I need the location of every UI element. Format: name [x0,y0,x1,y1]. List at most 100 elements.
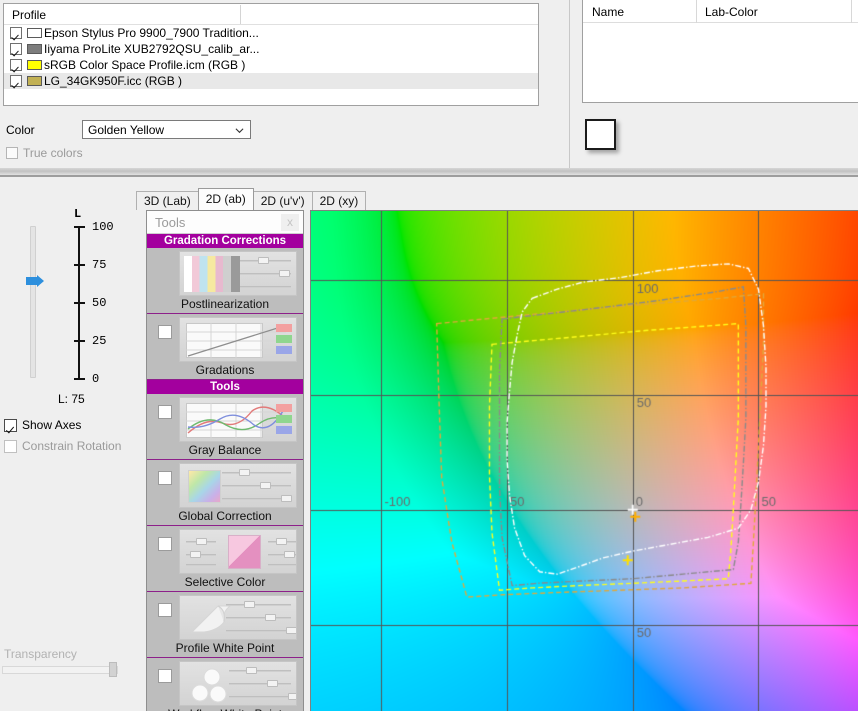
constrain-rotation-label: Constrain Rotation [22,439,122,453]
column-separator-1 [696,0,697,23]
tool-thumbnail[interactable] [179,529,297,574]
profile-color-swatch [27,44,42,54]
lightness-tick [74,264,85,266]
gamut-chart[interactable] [310,210,858,711]
tool-item[interactable]: Selective Color [147,529,303,592]
profile-label: Iiyama ProLite XUB2792QSU_calib_ar... [44,42,260,56]
true-colors-checkbox[interactable] [6,147,18,159]
profile-enable-checkbox[interactable] [10,27,22,39]
lightness-tick [74,340,85,342]
profile-row[interactable]: LG_34GK950F.icc (RGB ) [4,73,538,89]
tool-item[interactable]: Postlinearization [147,251,303,314]
profile-label: sRGB Color Space Profile.icm (RGB ) [44,58,246,72]
tool-enable-checkbox[interactable] [158,471,172,485]
tab-2d-xy[interactable]: 2D (xy) [311,191,367,210]
named-color-grid[interactable]: Name Lab-Color [582,0,858,103]
tools-group-header: Gradation Corrections [147,234,303,248]
tool-caption: Profile White Point [175,641,275,655]
profile-list-header: Profile [4,4,538,25]
profile-label: Epson Stylus Pro 9900_7900 Tradition... [44,26,259,40]
chevron-down-icon [235,128,244,134]
tools-palette-body: Gradation Corrections Postlinearization G… [147,234,303,711]
profile-enable-checkbox[interactable] [10,43,22,55]
lightness-tick [74,226,85,228]
tool-thumbnail[interactable] [179,595,297,640]
profile-color-swatch [27,76,42,86]
tool-enable-checkbox[interactable] [158,405,172,419]
tool-thumbnail[interactable] [179,317,297,362]
gamut-canvas[interactable] [311,211,858,711]
color-dropdown-value: Golden Yellow [88,123,165,137]
tools-palette-titlebar: Tools x [147,211,303,234]
tools-group-header: Tools [147,380,303,394]
true-colors-option[interactable]: True colors [6,146,83,160]
tool-thumbnail[interactable] [179,251,297,296]
column-separator-2 [851,0,852,23]
color-label: Color [6,123,35,137]
tool-caption: Workflow White Point [147,706,303,711]
tools-palette[interactable]: Tools x Gradation Corrections Postlineari… [146,210,304,711]
close-icon[interactable]: x [281,214,299,231]
true-colors-label: True colors [23,146,83,160]
transparency-slider-track[interactable] [2,666,118,674]
column-header-name: Name [592,5,625,19]
tool-caption: Gradations [195,363,255,377]
tool-item[interactable]: Global Correction [147,463,303,526]
lightness-tick [74,378,85,380]
constrain-rotation-option[interactable]: Constrain Rotation [4,439,121,453]
profile-list-panel[interactable]: Profile Epson Stylus Pro 9900_7900 Tradi… [3,3,539,106]
profile-color-swatch [27,60,42,70]
lower-section: 3D (Lab) 2D (ab) 2D (u'v') 2D (xy) L 100 75 5… [0,177,858,711]
lightness-tick-label: 100 [92,220,114,234]
tab-2d-ab[interactable]: 2D (ab) [197,188,254,210]
color-dropdown[interactable]: Golden Yellow [82,120,251,139]
header-separator [240,5,241,24]
view-mode-tabs[interactable]: 3D (Lab) 2D (ab) 2D (u'v') 2D (xy) [136,188,367,210]
tool-caption: Postlinearization [180,297,270,311]
profile-column-header: Profile [12,8,47,22]
application-window: Profile Epson Stylus Pro 9900_7900 Tradi… [0,0,858,711]
color-preview-swatch[interactable] [585,119,616,150]
lightness-tick-label: 75 [92,258,107,272]
show-axes-option[interactable]: Show Axes [4,418,81,432]
tool-thumbnail[interactable] [179,661,297,706]
tool-item[interactable]: Workflow White Point [147,661,303,711]
tab-2d-u-v[interactable]: 2D (u'v') [252,191,313,210]
lightness-tick-label: 25 [92,334,107,348]
show-axes-checkbox[interactable] [4,418,17,432]
lightness-axis-title: L [74,207,82,221]
tool-enable-checkbox[interactable] [158,603,172,617]
tool-item[interactable]: Profile White Point [147,595,303,658]
lightness-tick-label: 50 [92,296,107,310]
profile-rows: Epson Stylus Pro 9900_7900 Tradition... I… [4,25,538,89]
profile-enable-checkbox[interactable] [10,59,22,71]
tool-enable-checkbox[interactable] [158,669,172,683]
tool-caption: Selective Color [184,575,266,589]
tool-caption: Gray Balance [188,443,262,457]
top-section: Profile Epson Stylus Pro 9900_7900 Tradi… [0,0,858,177]
lightness-slider-panel: L 100 75 50 25 0 L: 75 [0,207,133,497]
column-header-lab-color: Lab-Color [705,5,758,19]
constrain-rotation-checkbox[interactable] [4,439,17,453]
profile-row[interactable]: Epson Stylus Pro 9900_7900 Tradition... [4,25,538,41]
profile-color-swatch [27,28,42,38]
lightness-slider-track[interactable] [30,226,36,378]
lightness-value-label: L: 75 [58,392,85,406]
lightness-tick-label: 0 [92,372,100,386]
profile-enable-checkbox[interactable] [10,75,22,87]
transparency-slider-thumb[interactable] [109,662,117,677]
named-color-panel: Name Lab-Color [569,0,858,175]
tool-thumbnail[interactable] [179,397,297,442]
tool-thumbnail[interactable] [179,463,297,508]
profile-row[interactable]: sRGB Color Space Profile.icm (RGB ) [4,57,538,73]
tool-enable-checkbox[interactable] [158,325,172,339]
profile-row[interactable]: Iiyama ProLite XUB2792QSU_calib_ar... [4,41,538,57]
profile-label: LG_34GK950F.icc (RGB ) [44,74,183,88]
tool-item[interactable]: Gray Balance [147,397,303,460]
tool-item[interactable]: Gradations [147,317,303,380]
tool-caption: Global Correction [178,509,272,523]
show-axes-label: Show Axes [22,418,82,432]
transparency-label: Transparency [4,647,77,661]
tool-enable-checkbox[interactable] [158,537,172,551]
tab-3d-lab[interactable]: 3D (Lab) [136,191,199,210]
